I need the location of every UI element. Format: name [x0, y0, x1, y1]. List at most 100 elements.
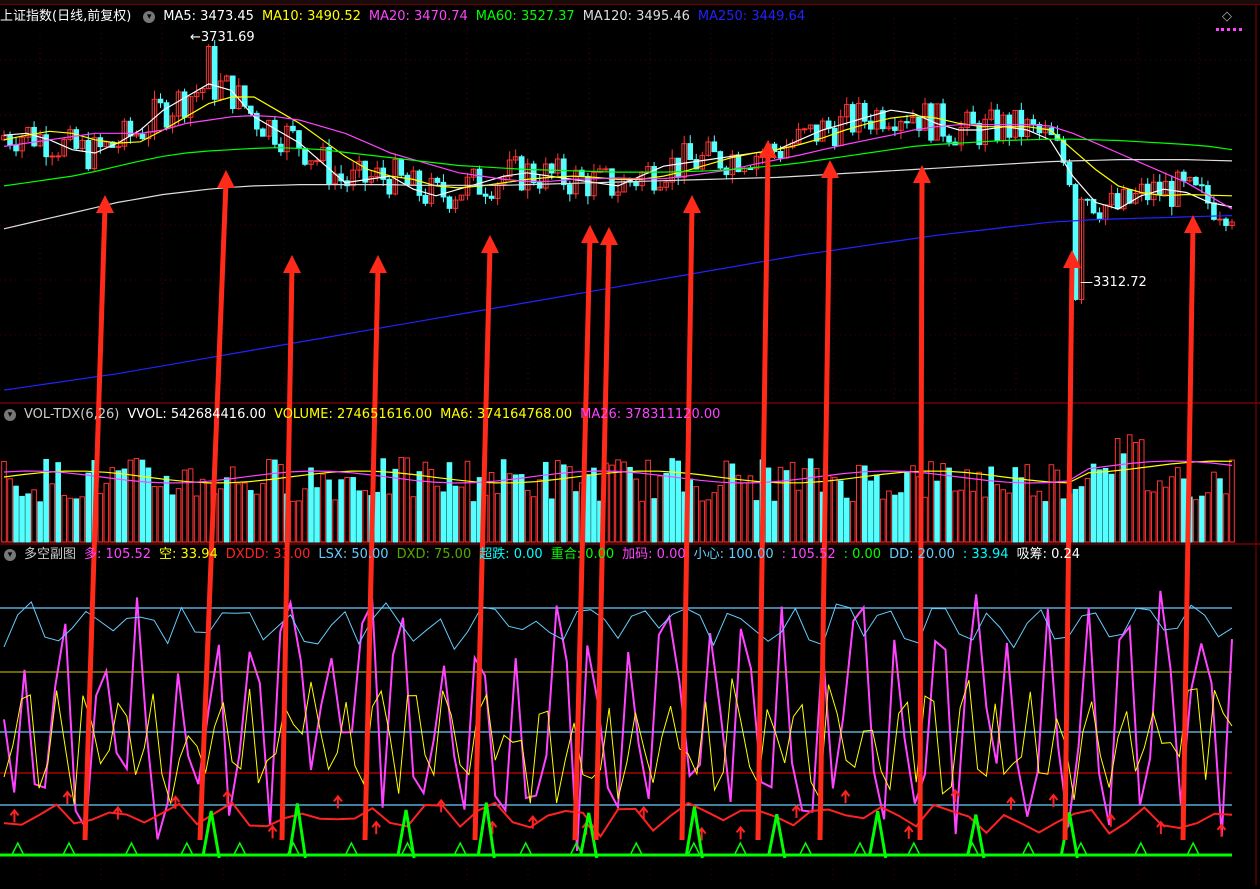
volume-bar: [777, 466, 784, 543]
volume-bar: [440, 491, 447, 543]
volume-label-3: MA6: 374164768.00: [440, 407, 573, 422]
candle-body: [139, 133, 146, 140]
volume-bar: [320, 473, 326, 543]
volume-bar: [446, 462, 453, 543]
volume-bar: [735, 474, 742, 543]
candle-body: [73, 129, 80, 149]
volume-bar: [374, 491, 381, 543]
chart-svg[interactable]: [0, 0, 1260, 885]
candle-body: [422, 194, 429, 204]
volume-bar: [7, 478, 13, 543]
candle-body: [97, 137, 104, 148]
volume-bar: [843, 497, 850, 543]
volume-bar: [85, 472, 92, 543]
candle-body: [1217, 218, 1223, 221]
candle-body: [272, 119, 278, 145]
annotation-arrow-head-icon: [1063, 250, 1081, 268]
volume-bar: [994, 484, 1001, 543]
ma-line-ma250: [3, 215, 1233, 391]
volume-bar: [886, 490, 892, 543]
ma-label-2: MA20: 3470.74: [368, 9, 468, 24]
volume-bar: [241, 482, 248, 543]
volume-bar: [705, 499, 712, 543]
volume-bar: [428, 468, 435, 543]
volume-bar: [278, 464, 284, 543]
volume-bar: [1138, 439, 1145, 543]
candle-body: [241, 85, 248, 107]
red-signal-arrow-icon: [791, 804, 802, 818]
candle-body: [1114, 193, 1121, 210]
volume-bar: [470, 501, 477, 543]
high-price-label: ←3731.69: [190, 30, 255, 45]
buy-triangle-icon: [1021, 841, 1036, 856]
volume-bar: [103, 482, 110, 543]
candle-body: [994, 109, 1001, 142]
volume-bar: [1162, 486, 1169, 543]
candle-body: [446, 196, 453, 209]
volume-bar: [958, 489, 964, 543]
volume-bar: [254, 493, 260, 543]
indicator-label-14: 吸筹: 0.24: [1016, 547, 1081, 562]
green-spike-icon: [684, 806, 704, 859]
volume-bar: [1181, 478, 1187, 543]
red-signal-arrow-icon: [735, 825, 746, 840]
volume-bar: [1120, 453, 1127, 543]
indicator-label-1: 多: 105.52: [84, 547, 152, 562]
candle-body: [548, 163, 555, 174]
volume-bar: [1126, 434, 1133, 543]
annotation-arrow-head-icon: [481, 235, 499, 253]
indicator-label-2: 空: 33.94: [159, 547, 218, 562]
buy-triangle-icon: [11, 841, 25, 856]
volume-bar: [1193, 499, 1199, 543]
volume-bar: [657, 475, 663, 543]
volume-bar: [464, 460, 471, 543]
collapse-icon[interactable]: ▾: [143, 11, 156, 23]
ma-label-4: MA120: 3495.46: [582, 9, 690, 24]
candle-body: [314, 160, 320, 163]
candle-body: [711, 141, 718, 153]
volume-bar: [639, 500, 645, 543]
candle-body: [633, 181, 639, 187]
candle-body: [1223, 218, 1229, 226]
volume-bar: [970, 490, 976, 543]
volume-bar: [548, 498, 555, 543]
buy-triangle-icon: [798, 841, 813, 856]
diamond-icon[interactable]: ◇: [1222, 9, 1232, 24]
volume-bar: [729, 463, 736, 543]
candle-body: [386, 178, 393, 195]
candle-body: [687, 143, 694, 161]
candle-body: [488, 195, 495, 199]
ma-legend: MA5: 3473.45 MA10: 3490.52 MA20: 3470.74 MA…: [163, 8, 813, 26]
volume-bar: [976, 471, 982, 543]
volume-bar: [934, 480, 940, 543]
indicator-collapse-icon[interactable]: ▾: [4, 549, 16, 561]
candle-body: [536, 182, 543, 189]
red-signal-arrow-icon: [1156, 820, 1166, 835]
volume-bar: [753, 500, 760, 543]
volume-collapse-icon[interactable]: ▾: [4, 409, 16, 421]
volume-bar: [1024, 464, 1031, 543]
volume-bar: [512, 474, 519, 543]
volume-bar: [524, 489, 531, 543]
volume-bar: [25, 493, 31, 543]
volume-bar: [1199, 495, 1205, 543]
volume-bar: [506, 473, 513, 543]
volume-bar: [536, 479, 543, 543]
volume-bar: [434, 485, 441, 543]
volume-bar: [988, 466, 995, 543]
chart-stage[interactable]: [0, 0, 1260, 885]
candle-body: [434, 177, 441, 183]
volume-bar: [849, 500, 856, 543]
indicator-label-5: DXD: 75.00: [396, 547, 472, 562]
volume-bar: [422, 461, 429, 543]
volume-bar: [946, 467, 952, 543]
candle-body: [1084, 198, 1091, 201]
volume-bar: [157, 486, 164, 543]
volume-bar: [573, 491, 579, 543]
volume-bar: [711, 492, 718, 543]
price-header: 上证指数(日线,前复权) ▾ MA5: 3473.45 MA10: 3490.52…: [0, 8, 813, 26]
buy-triangle-icon: [519, 841, 533, 856]
volume-bar: [1102, 467, 1109, 543]
volume-bar: [175, 488, 182, 543]
volume-bar: [392, 468, 399, 543]
